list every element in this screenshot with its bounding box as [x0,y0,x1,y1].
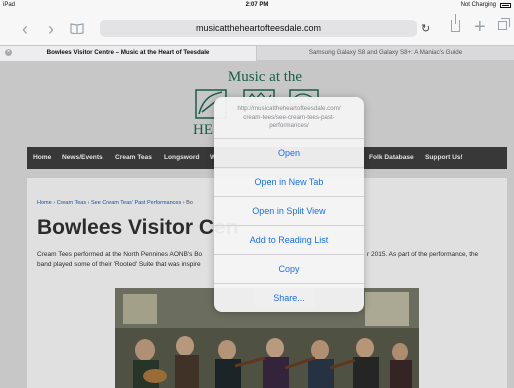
tab-active[interactable]: Bowlees Visitor Centre – Music at the He… [0,46,257,61]
forward-icon[interactable]: › [48,20,54,38]
menu-add-reading-list[interactable]: Add to Reading List [214,225,364,254]
link-url-preview: http://musicattheheartofteesdale.com/ cr… [224,105,354,131]
back-icon[interactable]: ‹ [22,20,28,38]
new-tab-icon[interactable]: + [474,16,486,39]
menu-open[interactable]: Open [214,138,364,167]
link-url-line: http://musicattheheartofteesdale.com/ [237,105,341,112]
address-bar[interactable]: musicattheheartofteesdale.com [100,20,417,37]
menu-label: Share... [273,293,305,303]
menu-label: Open in Split View [252,206,326,216]
link-context-menu: http://musicattheheartofteesdale.com/ cr… [214,97,364,312]
browser-toolbar: ‹ › musicattheheartofteesdale.com ↻ + [0,12,514,45]
status-bar: iPad 2:07 PM Not Charging [0,0,514,12]
link-url-line: performances/ [269,122,309,129]
menu-share[interactable]: Share... [214,283,364,312]
menu-open-new-tab[interactable]: Open in New Tab [214,167,364,196]
show-tabs-icon[interactable] [498,18,510,30]
menu-copy[interactable]: Copy [214,254,364,283]
tab-close-icon[interactable]: × [5,49,12,56]
tab-title: Bowlees Visitor Centre – Music at the He… [46,49,210,56]
menu-label: Add to Reading List [249,235,329,245]
address-text: musicattheheartofteesdale.com [195,23,322,33]
link-url-line: cream-tees/see-cream-tees-past- [243,113,335,121]
bookmarks-icon[interactable] [70,21,84,35]
tab-inactive[interactable]: Samsung Galaxy S8 and Galaxy S8+: A Mani… [257,46,514,61]
menu-label: Open in New Tab [254,177,324,187]
reload-icon[interactable]: ↻ [421,22,430,35]
tab-strip: Bowlees Visitor Centre – Music at the He… [0,45,514,61]
status-time: 2:07 PM [245,2,269,8]
menu-label: Open [277,148,301,158]
battery-status-text: Not Charging [460,2,496,8]
share-icon[interactable] [451,14,460,32]
tab-title: Samsung Galaxy S8 and Galaxy S8+: A Mani… [308,49,463,56]
menu-label: Copy [278,264,300,274]
menu-open-split-view[interactable]: Open in Split View [214,196,364,225]
battery-icon [500,3,511,8]
